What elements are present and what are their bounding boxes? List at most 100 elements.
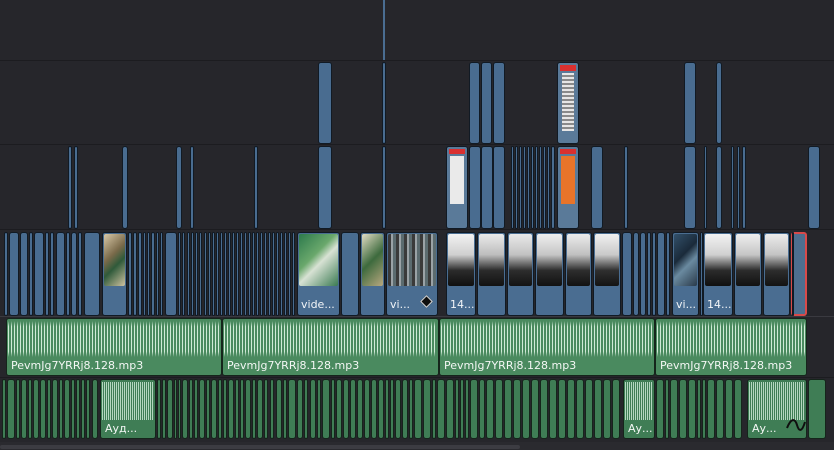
audio-clip[interactable] bbox=[603, 379, 611, 439]
audio-clip[interactable] bbox=[378, 379, 384, 439]
diamond-keyframe-icon[interactable] bbox=[420, 295, 433, 308]
track-v2-clip[interactable] bbox=[254, 146, 258, 229]
audio-clip[interactable] bbox=[178, 379, 181, 439]
track-v4-clip[interactable] bbox=[383, 0, 385, 60]
track-v1-clip[interactable] bbox=[640, 232, 646, 316]
audio-clip[interactable] bbox=[357, 379, 363, 439]
audio-clip[interactable] bbox=[288, 379, 296, 439]
audio-clip[interactable] bbox=[33, 379, 39, 439]
audio-clip[interactable] bbox=[479, 379, 485, 439]
audio-clip[interactable] bbox=[446, 379, 454, 439]
audio-clip[interactable] bbox=[52, 379, 58, 439]
audio-clip[interactable] bbox=[513, 379, 521, 439]
track-v1-clip[interactable] bbox=[647, 232, 651, 316]
track-v2-clip[interactable] bbox=[527, 146, 530, 229]
audio-clip[interactable] bbox=[343, 379, 349, 439]
audio-clip[interactable] bbox=[2, 379, 6, 439]
audio-clip[interactable] bbox=[218, 379, 222, 439]
audio-clip[interactable] bbox=[21, 379, 27, 439]
track-v1-clip[interactable] bbox=[71, 232, 77, 316]
track-v2-clip[interactable] bbox=[716, 146, 722, 229]
track-v1-clip[interactable] bbox=[220, 232, 223, 316]
track-v2-clip[interactable] bbox=[511, 146, 514, 229]
track-v2-clip[interactable] bbox=[523, 146, 526, 229]
track-v2-clip[interactable] bbox=[535, 146, 538, 229]
track-v1-clip[interactable] bbox=[232, 232, 235, 316]
audio-clip[interactable] bbox=[585, 379, 593, 439]
audio-clip[interactable] bbox=[495, 379, 503, 439]
audio-clip[interactable] bbox=[725, 379, 733, 439]
track-v2-clip[interactable] bbox=[624, 146, 628, 229]
audio-clip[interactable] bbox=[92, 379, 98, 439]
audio-clip[interactable] bbox=[612, 379, 620, 439]
track-v2-clip[interactable] bbox=[531, 146, 534, 229]
track-v2-clip[interactable] bbox=[704, 146, 707, 229]
audio-clip[interactable] bbox=[808, 379, 826, 439]
track-v1-clip[interactable] bbox=[56, 232, 65, 316]
video-clip-thumbnail[interactable] bbox=[535, 232, 564, 316]
track-v1-clip[interactable] bbox=[260, 232, 263, 316]
audio-clip[interactable] bbox=[707, 379, 715, 439]
track-v2-clip[interactable] bbox=[469, 146, 481, 229]
audio-clip[interactable] bbox=[697, 379, 701, 439]
track-v3-clip[interactable] bbox=[318, 62, 332, 144]
track-v1-clip[interactable] bbox=[160, 232, 163, 316]
audio-clip[interactable] bbox=[455, 379, 459, 439]
track-v1-clip[interactable] bbox=[29, 232, 33, 316]
audio-clip[interactable] bbox=[71, 379, 75, 439]
video-clip-thumbnail[interactable]: vi... bbox=[672, 232, 699, 316]
track-v1-clip[interactable] bbox=[151, 232, 155, 316]
video-clip-thumbnail[interactable] bbox=[763, 232, 790, 316]
audio-clip[interactable] bbox=[310, 379, 316, 439]
audio-clip[interactable] bbox=[64, 379, 70, 439]
audio-clip[interactable] bbox=[7, 379, 15, 439]
track-v2-clip[interactable] bbox=[382, 146, 386, 229]
audio-clip[interactable] bbox=[702, 379, 706, 439]
audio-clip[interactable] bbox=[567, 379, 575, 439]
track-v1-clip[interactable] bbox=[276, 232, 279, 316]
audio-clip[interactable] bbox=[240, 379, 244, 439]
track-v1-clip[interactable] bbox=[622, 232, 632, 316]
timeline-scrollbar[interactable] bbox=[0, 442, 834, 450]
track-v3-clip[interactable] bbox=[716, 62, 722, 144]
audio-clip[interactable] bbox=[437, 379, 445, 439]
track-v3-clip[interactable] bbox=[382, 62, 386, 144]
audio-curve-icon[interactable] bbox=[786, 418, 806, 432]
track-v1-clip[interactable] bbox=[341, 232, 359, 316]
track-v1-clip[interactable] bbox=[228, 232, 231, 316]
track-v1-clip[interactable] bbox=[45, 232, 49, 316]
track-v1-clip[interactable] bbox=[633, 232, 639, 316]
audio-clip[interactable] bbox=[235, 379, 239, 439]
audio-clip[interactable] bbox=[432, 379, 436, 439]
track-v1-clip[interactable] bbox=[191, 232, 194, 316]
track-v1-clip[interactable] bbox=[212, 232, 215, 316]
track-v1-clip[interactable] bbox=[4, 232, 8, 316]
track-v1-clip[interactable] bbox=[182, 232, 185, 316]
video-clip-thumbnail[interactable]: vide... bbox=[297, 232, 340, 316]
track-v1-clip[interactable] bbox=[204, 232, 207, 316]
audio-clip[interactable] bbox=[59, 379, 63, 439]
track-v2-clip[interactable] bbox=[543, 146, 546, 229]
audio-clip[interactable] bbox=[423, 379, 431, 439]
track-v1-clip[interactable] bbox=[156, 232, 159, 316]
audio-clip[interactable] bbox=[414, 379, 422, 439]
audio-clip[interactable] bbox=[81, 379, 85, 439]
audio-clip[interactable]: PevmJg7YRRj8.128.mp3 bbox=[655, 318, 807, 376]
track-v1-clip[interactable] bbox=[128, 232, 132, 316]
audio-clip[interactable] bbox=[350, 379, 356, 439]
audio-clip[interactable] bbox=[194, 379, 198, 439]
audio-clip[interactable] bbox=[576, 379, 584, 439]
audio-clip[interactable] bbox=[174, 379, 177, 439]
audio-clip[interactable] bbox=[189, 379, 193, 439]
track-v2-clip[interactable] bbox=[68, 146, 72, 229]
audio-clip[interactable] bbox=[665, 379, 669, 439]
track-v1-clip[interactable] bbox=[292, 232, 295, 316]
audio-clip[interactable] bbox=[40, 379, 46, 439]
audio-clip[interactable] bbox=[465, 379, 469, 439]
track-v1-clip[interactable] bbox=[195, 232, 198, 316]
track-v1-clip[interactable] bbox=[288, 232, 291, 316]
audio-clip[interactable] bbox=[385, 379, 389, 439]
track-v1-clip[interactable] bbox=[240, 232, 243, 316]
track-v2-clip[interactable] bbox=[684, 146, 696, 229]
track-v1-clip[interactable] bbox=[133, 232, 137, 316]
